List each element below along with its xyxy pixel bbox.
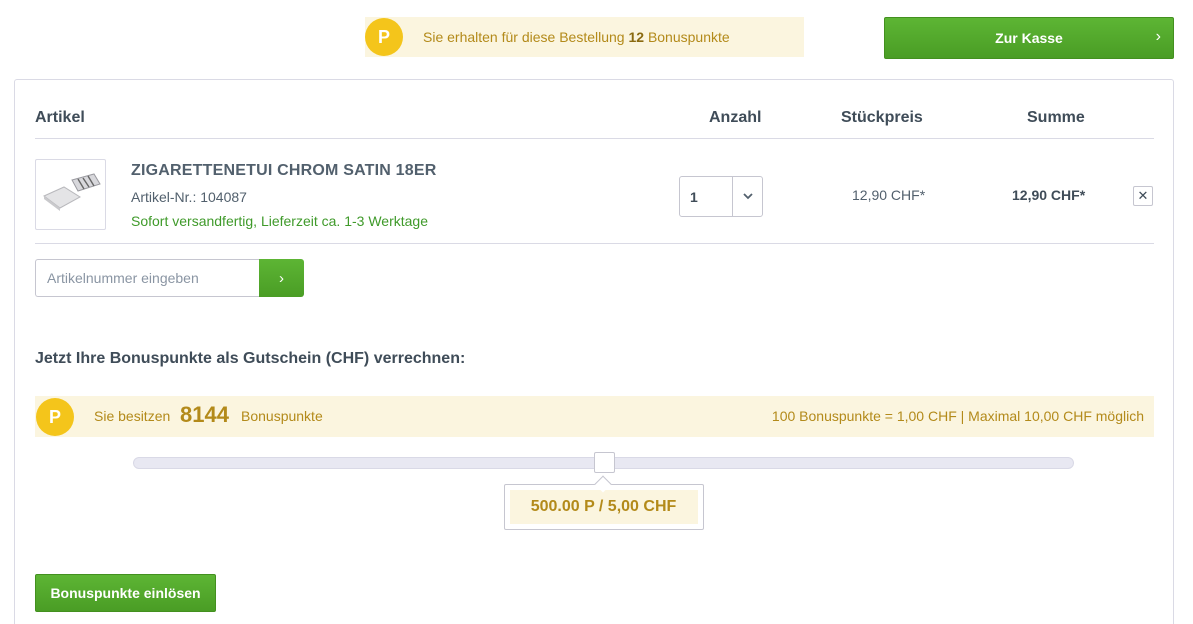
cart-panel: Artikel Anzahl Stückpreis Summe ZIGARETT…: [14, 79, 1174, 624]
bonus-points-icon: P: [36, 398, 74, 436]
order-bonus-notice: P Sie erhalten für diese Bestellung 12 B…: [365, 17, 804, 57]
header-unit-price: Stückpreis: [841, 109, 923, 126]
bonus-slider-tooltip: 500.00 P / 5,00 CHF: [503, 475, 704, 530]
redeem-bonus-button[interactable]: Bonuspunkte einlösen: [35, 574, 216, 612]
delivery-status: Sofort versandfertig, Lieferzeit ca. 1-3…: [131, 213, 428, 229]
close-icon: ✕: [1137, 188, 1149, 203]
bonus-slider[interactable]: [133, 452, 1074, 473]
product-name[interactable]: ZIGARETTENETUI CHROM SATIN 18ER: [131, 162, 436, 180]
remove-item-button[interactable]: ✕: [1133, 186, 1153, 206]
checkout-button[interactable]: Zur Kasse ›: [884, 17, 1174, 59]
row-divider: [35, 243, 1154, 244]
header-article: Artikel: [35, 109, 85, 126]
order-bonus-text-after: Bonuspunkte: [647, 29, 730, 45]
order-bonus-points: 12: [628, 29, 645, 45]
product-article-number: Artikel-Nr.: 104087: [131, 189, 247, 205]
header-divider: [35, 138, 1154, 139]
bonus-points-icon: P: [365, 18, 403, 56]
bonus-rate-info: 100 Bonuspunkte = 1,00 CHF | Maximal 10,…: [771, 408, 1144, 424]
bonus-balance-bar: P Sie besitzen 8144 Bonuspunkte 100 Bonu…: [35, 396, 1154, 437]
header-quantity: Anzahl: [709, 109, 762, 126]
bonus-slider-handle[interactable]: [594, 452, 615, 473]
bonus-balance-unit: Bonuspunkte: [241, 408, 323, 424]
unit-price: 12,90 CHF*: [852, 187, 926, 203]
bonus-balance-value: 8144: [180, 402, 229, 427]
chevron-right-icon: ›: [279, 269, 284, 287]
cigarette-case-image: [43, 173, 101, 211]
add-article-button[interactable]: ›: [259, 259, 304, 297]
order-bonus-text: Sie erhalten für diese Bestellung 12 Bon…: [423, 29, 730, 45]
quantity-value: 1: [680, 177, 733, 216]
chevron-right-icon: ›: [1155, 28, 1161, 45]
quantity-select[interactable]: 1: [679, 176, 763, 217]
bonus-balance-label: Sie besitzen: [94, 408, 171, 424]
order-bonus-text-before: Sie erhalten für diese Bestellung: [423, 29, 625, 45]
checkout-button-label: Zur Kasse: [995, 30, 1063, 46]
product-image[interactable]: [35, 159, 106, 230]
header-total: Summe: [1027, 109, 1085, 126]
bonus-slider-value: 500.00 P / 5,00 CHF: [509, 490, 698, 524]
bonus-heading: Jetzt Ihre Bonuspunkte als Gutschein (CH…: [35, 350, 466, 367]
article-number-input[interactable]: [35, 259, 260, 297]
chevron-down-icon: [733, 177, 762, 216]
line-total: 12,90 CHF*: [1012, 187, 1086, 203]
